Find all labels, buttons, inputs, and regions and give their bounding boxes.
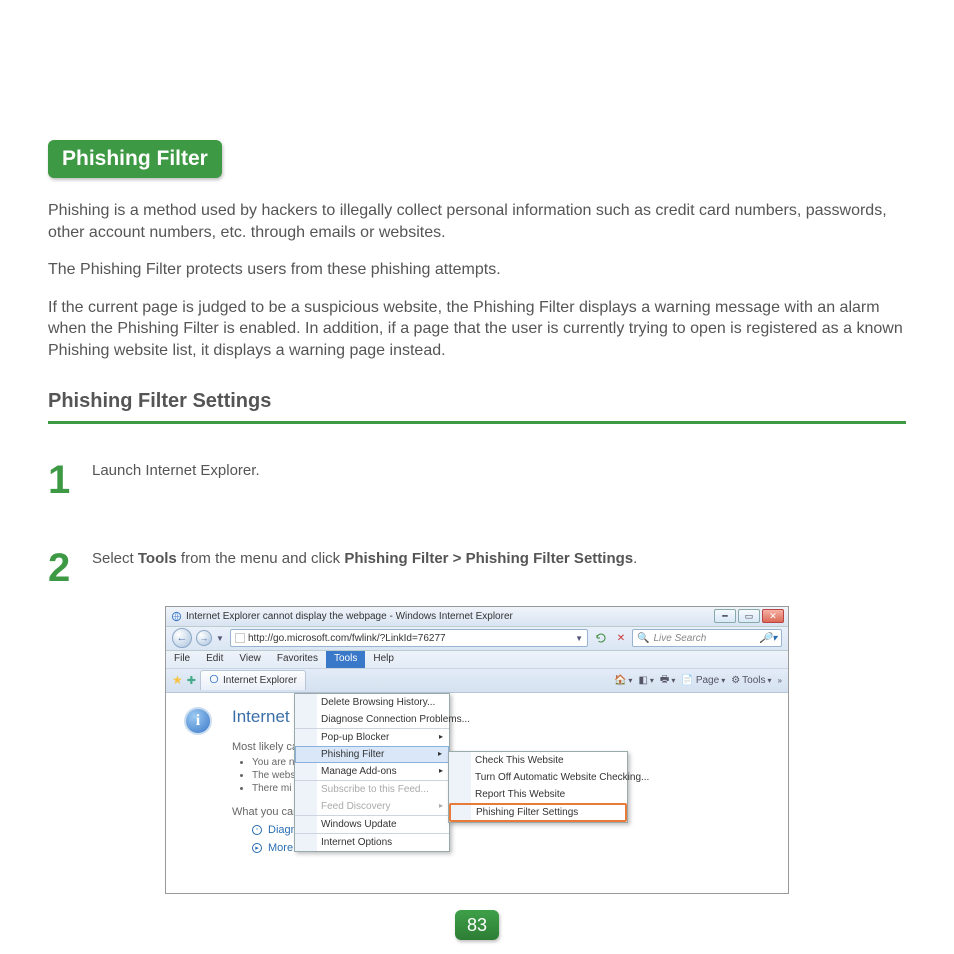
address-dropdown-icon[interactable]: ▼ [575, 634, 583, 643]
maximize-button[interactable]: ▭ [738, 609, 760, 623]
info-icon: i [184, 707, 212, 735]
menu-view[interactable]: View [231, 651, 269, 668]
menu-item-internet-options[interactable]: Internet Options [295, 833, 449, 851]
phishing-submenu: Check This Website Turn Off Automatic We… [448, 751, 628, 823]
tools-dropdown: Delete Browsing History... Diagnose Conn… [294, 693, 450, 852]
print-button[interactable]: 🖶▾ [660, 672, 675, 689]
tools-menu-button[interactable]: ⚙Tools▾ [731, 675, 771, 686]
address-bar[interactable]: http://go.microsoft.com/fwlink/?LinkId=7… [230, 629, 588, 647]
chevron-overflow-icon[interactable]: » [778, 676, 782, 685]
submenu-arrow-icon: ▸ [439, 801, 443, 810]
step-2: 2 Select Tools from the menu and click P… [48, 548, 906, 588]
menu-label: Phishing Filter [321, 749, 384, 760]
submenu-phishing-settings[interactable]: Phishing Filter Settings [449, 803, 627, 822]
stop-button[interactable]: ✕ [614, 629, 628, 647]
step-text-bold: Phishing Filter > Phishing Filter Settin… [344, 550, 633, 567]
window-controls: ━ ▭ ✕ [714, 609, 784, 623]
submenu-report-website[interactable]: Report This Website [449, 786, 627, 803]
nav-toolbar: ← → ▼ http://go.microsoft.com/fwlink/?Li… [166, 627, 788, 651]
submenu-arrow-icon: ▸ [438, 749, 442, 758]
menu-label: Feed Discovery [321, 801, 390, 812]
bullet-icon: ◦ [252, 825, 262, 835]
tabbar: ★ ✚ Internet Explorer 🏠▾ ◧▾ 🖶▾ 📄Page▾ ⚙T… [166, 669, 788, 693]
menu-item-subscribe-feed: Subscribe to this Feed... [295, 780, 449, 798]
step-text-fragment: from the menu and click [177, 550, 345, 567]
section-title-badge: Phishing Filter [48, 140, 222, 178]
intro-block: Phishing is a method used by hackers to … [48, 200, 906, 362]
window-title: Internet Explorer cannot display the web… [186, 611, 714, 622]
menu-file[interactable]: File [166, 651, 198, 668]
page-menu-button[interactable]: 📄Page▾ [681, 675, 725, 686]
submenu-turn-off-checking[interactable]: Turn Off Automatic Website Checking... [449, 769, 627, 786]
ie-screenshot: Internet Explorer cannot display the web… [165, 606, 789, 894]
forward-button[interactable]: → [196, 630, 212, 646]
menu-tools[interactable]: Tools [326, 651, 365, 668]
menu-item-delete-history[interactable]: Delete Browsing History... [295, 694, 449, 711]
menu-label: Manage Add-ons [321, 766, 397, 777]
search-go-icon[interactable]: 🔎▾ [760, 633, 777, 644]
menu-favorites[interactable]: Favorites [269, 651, 326, 668]
home-button[interactable]: 🏠▾ [614, 675, 632, 686]
menu-item-phishing-filter[interactable]: Phishing Filter ▸ [295, 746, 449, 763]
ie-icon [170, 610, 182, 622]
menu-item-diagnose[interactable]: Diagnose Connection Problems... [295, 711, 449, 728]
step-text: Launch Internet Explorer. [92, 460, 260, 479]
menu-item-windows-update[interactable]: Windows Update [295, 815, 449, 833]
submenu-arrow-icon: ▸ [439, 766, 443, 775]
intro-paragraph: The Phishing Filter protects users from … [48, 259, 906, 281]
step-text-bold: Tools [138, 550, 177, 567]
window-titlebar: Internet Explorer cannot display the web… [166, 607, 788, 627]
menu-help[interactable]: Help [365, 651, 402, 668]
step-number: 1 [48, 460, 74, 500]
command-bar: 🏠▾ ◧▾ 🖶▾ 📄Page▾ ⚙Tools▾ » [614, 672, 782, 689]
page-number-badge: 83 [455, 910, 499, 940]
browser-tab[interactable]: Internet Explorer [200, 670, 306, 690]
search-icon: 🔍 [637, 633, 649, 644]
step-number: 2 [48, 548, 74, 588]
bullet-icon: ▸ [252, 843, 262, 853]
search-box[interactable]: 🔍 Live Search 🔎▾ [632, 629, 782, 647]
step-1: 1 Launch Internet Explorer. [48, 460, 906, 500]
tab-label: Internet Explorer [223, 675, 297, 686]
step-text-fragment: Select [92, 550, 138, 567]
step-text: Select Tools from the menu and click Phi… [92, 548, 637, 567]
minimize-button[interactable]: ━ [714, 609, 736, 623]
close-button[interactable]: ✕ [762, 609, 784, 623]
add-favorite-icon[interactable]: ✚ [187, 674, 196, 687]
menu-item-manage-addons[interactable]: Manage Add-ons ▸ [295, 763, 449, 780]
tools-menu-label: Tools [742, 675, 765, 686]
feeds-button[interactable]: ◧▾ [638, 675, 653, 686]
menu-edit[interactable]: Edit [198, 651, 231, 668]
nav-history-dropdown[interactable]: ▼ [216, 634, 226, 643]
submenu-check-website[interactable]: Check This Website [449, 752, 627, 769]
ie-icon [209, 674, 219, 687]
step-text-fragment: . [633, 550, 637, 567]
url-text: http://go.microsoft.com/fwlink/?LinkId=7… [248, 633, 446, 644]
settings-heading: Phishing Filter Settings [48, 390, 906, 424]
menu-item-popup-blocker[interactable]: Pop-up Blocker ▸ [295, 728, 449, 746]
page-content: i Internet Exp Most likely caus You are … [166, 693, 788, 893]
intro-paragraph: Phishing is a method used by hackers to … [48, 200, 906, 243]
favorites-star-icon[interactable]: ★ [172, 673, 183, 687]
refresh-button[interactable] [592, 629, 610, 647]
page-menu-label: Page [696, 675, 719, 686]
menu-label: Pop-up Blocker [321, 732, 389, 743]
page-icon [235, 633, 245, 643]
back-button[interactable]: ← [172, 628, 192, 648]
submenu-arrow-icon: ▸ [439, 732, 443, 741]
intro-paragraph: If the current page is judged to be a su… [48, 297, 906, 362]
menu-item-feed-discovery: Feed Discovery ▸ [295, 798, 449, 815]
menubar: File Edit View Favorites Tools Help [166, 651, 788, 669]
search-placeholder: Live Search [653, 633, 706, 644]
